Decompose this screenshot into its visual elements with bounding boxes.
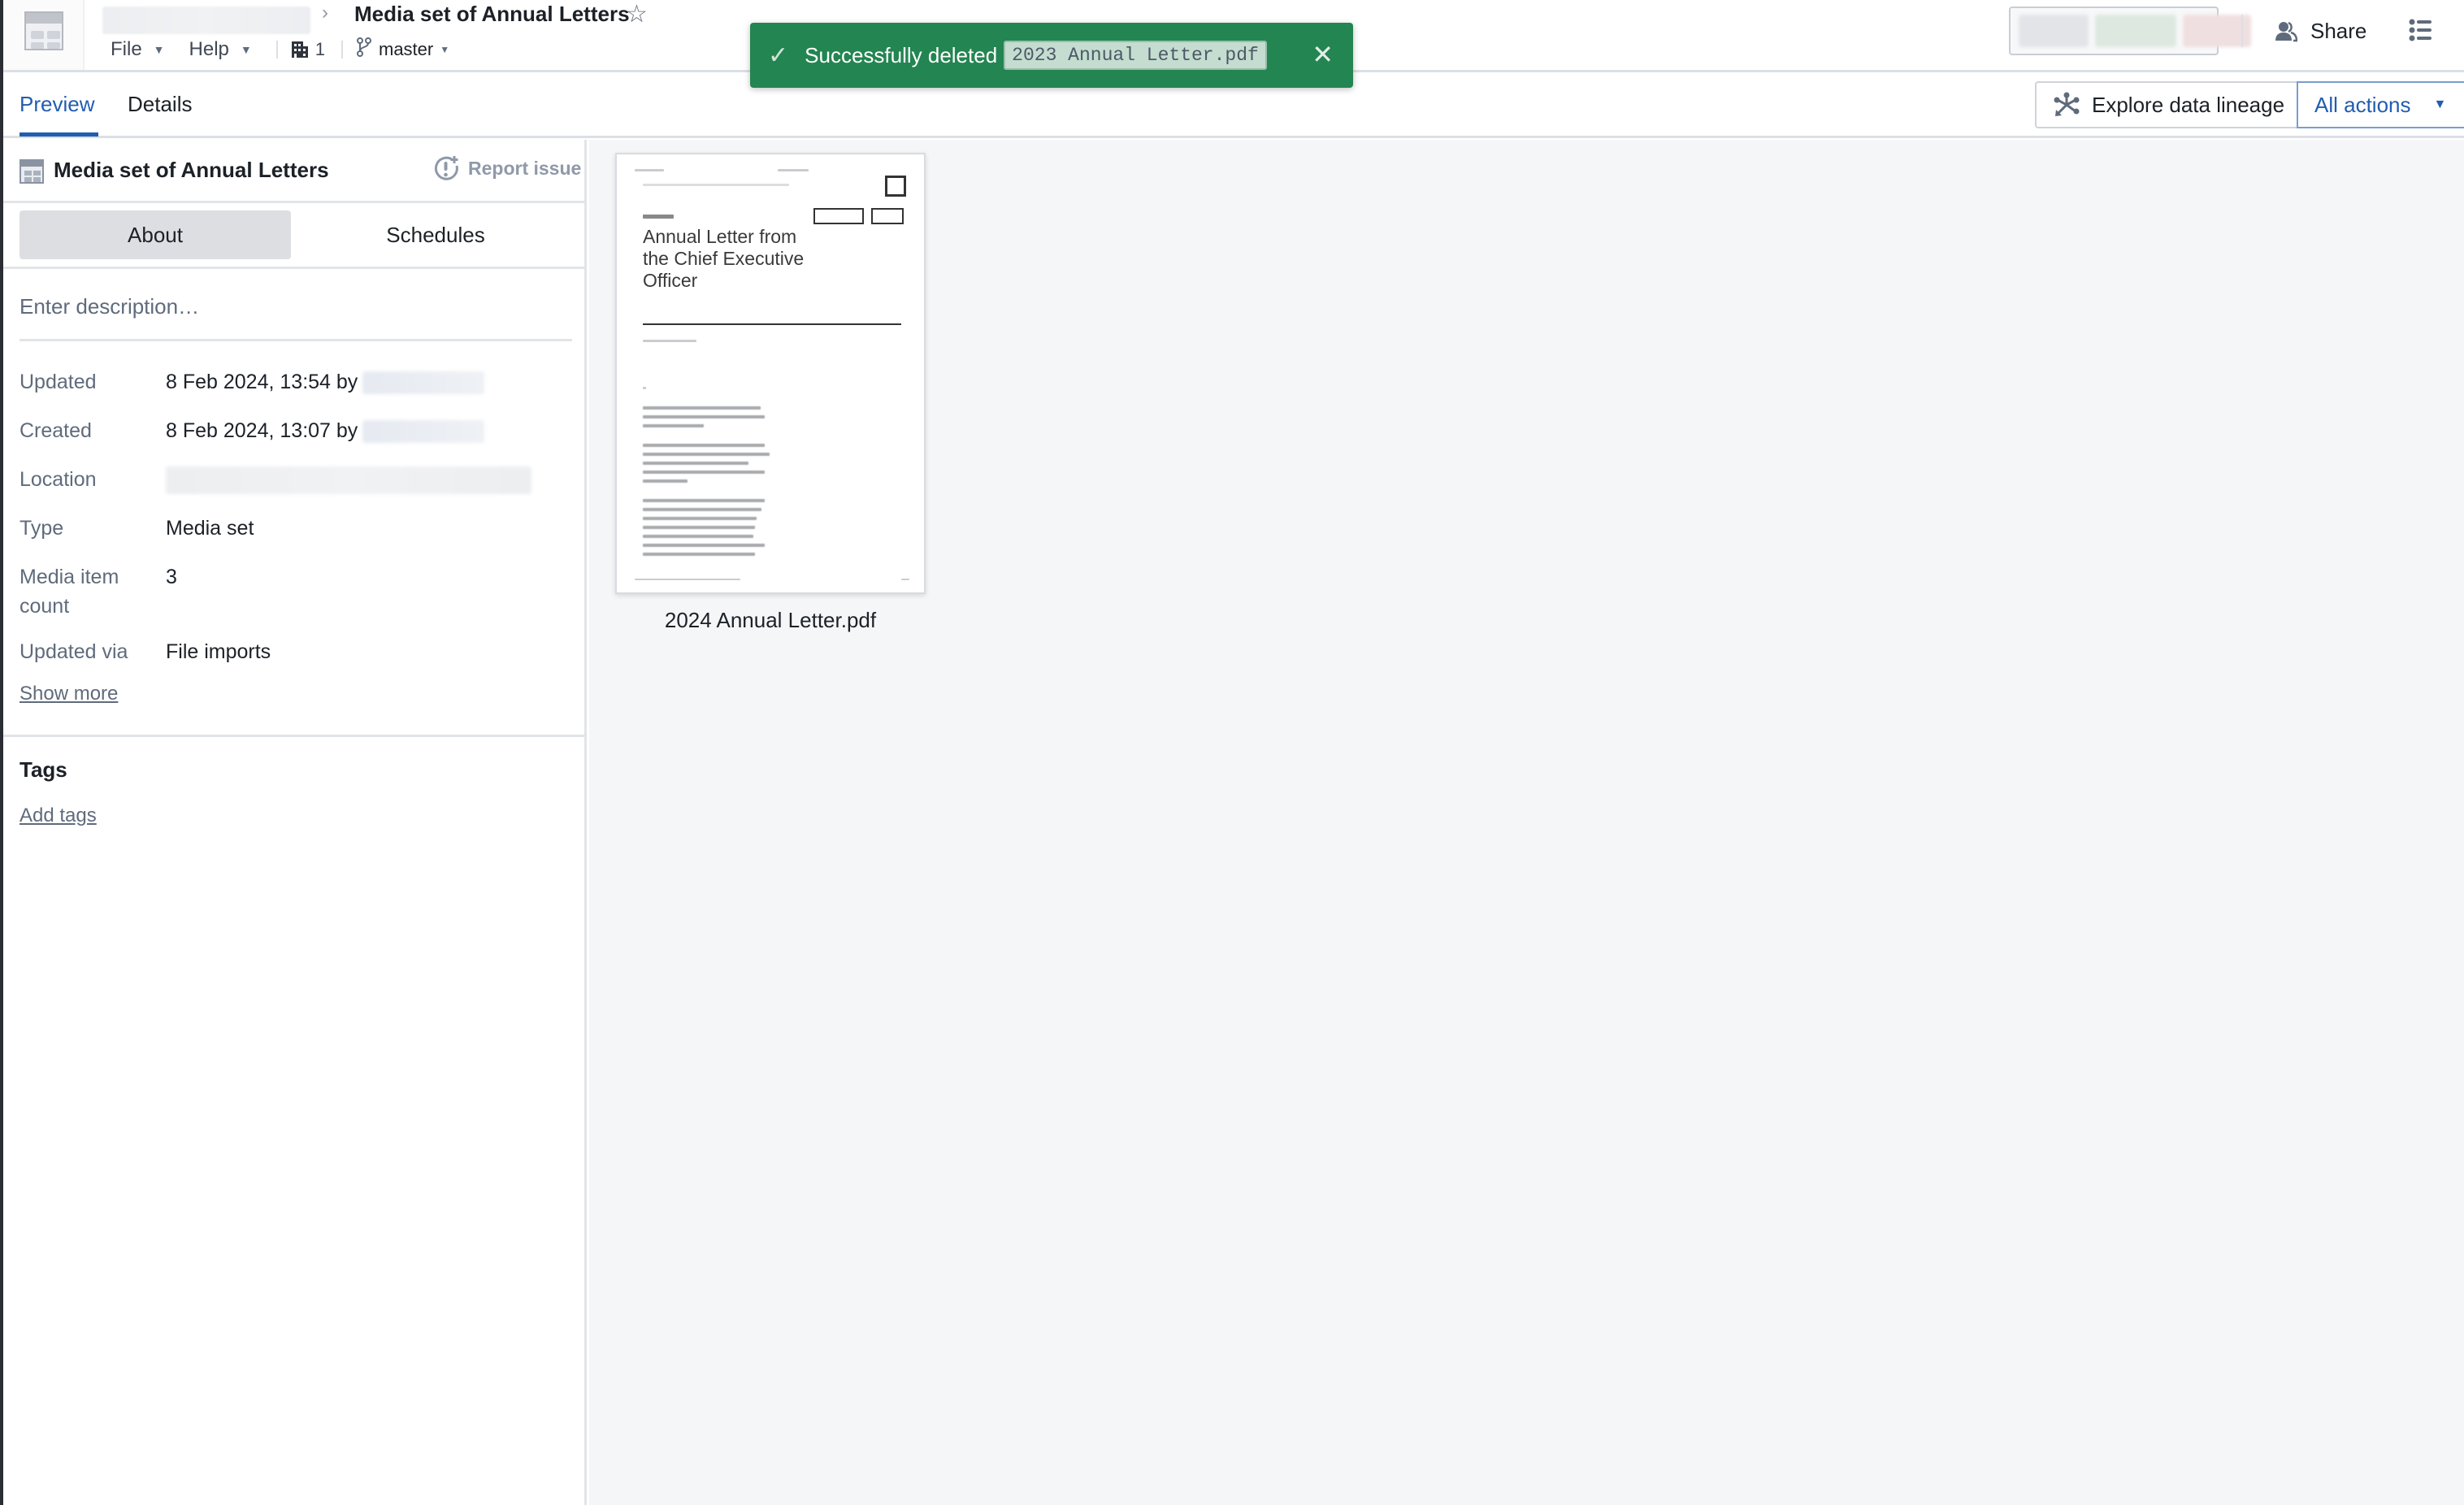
- created-timestamp: 8 Feb 2024, 13:07 by: [166, 419, 358, 442]
- redacted-button-group[interactable]: [2009, 7, 2251, 55]
- all-actions-label: All actions: [2314, 92, 2411, 117]
- property-value: 8 Feb 2024, 13:07 by: [166, 416, 485, 445]
- menu-bar: File ▼ Help ▼ 1 master ▼: [111, 36, 449, 63]
- doc-subheader-text: [643, 184, 789, 186]
- git-branch-icon: [356, 37, 372, 62]
- breadcrumb-chevron-icon: ›: [322, 2, 328, 24]
- property-value: 8 Feb 2024, 13:54 by: [166, 367, 485, 397]
- resource-type-logo[interactable]: [3, 0, 85, 70]
- data-lineage-icon: [2054, 92, 2080, 116]
- caret-down-icon: ▼: [440, 44, 450, 55]
- add-tags-link[interactable]: Add tags: [20, 805, 97, 827]
- caret-down-icon: ▼: [153, 43, 165, 56]
- divider: [3, 735, 587, 737]
- doc-header-text: [778, 169, 809, 171]
- header-divider: [2241, 15, 2243, 47]
- menu-divider: [275, 41, 278, 59]
- breadcrumb-parent-redacted[interactable]: [102, 7, 310, 34]
- all-actions-button[interactable]: All actions ▼: [2297, 81, 2464, 128]
- doc-paragraph: [643, 499, 773, 562]
- doc-page-number: [901, 579, 909, 580]
- property-label: Location: [20, 468, 97, 491]
- property-value: [166, 465, 531, 495]
- doc-header-text: [635, 169, 664, 171]
- sidebar-title: Media set of Annual Letters: [54, 158, 329, 182]
- media-item-name[interactable]: 2024 Annual Letter.pdf: [615, 608, 926, 633]
- building-icon[interactable]: [291, 41, 309, 59]
- doc-footer-url: [635, 579, 740, 580]
- report-issue-button[interactable]: Report issue: [432, 154, 581, 182]
- tags-heading: Tags: [20, 757, 67, 782]
- toast-message: Successfully deleted: [805, 42, 998, 67]
- sidebar-segmented-control: About Schedules: [20, 210, 572, 259]
- toast-file-name: 2023 Annual Letter.pdf: [1004, 41, 1267, 70]
- close-icon[interactable]: ✕: [1312, 39, 1334, 70]
- property-label: Updated: [20, 371, 97, 393]
- menu-help[interactable]: Help ▼: [189, 38, 252, 61]
- doc-date-text: [643, 340, 696, 342]
- doc-logo: [643, 215, 674, 219]
- media-preview-area: Annual Letter from the Chief Executive O…: [589, 140, 2464, 1505]
- branch-selector[interactable]: master ▼: [379, 39, 449, 60]
- property-label: Media item count: [20, 566, 119, 618]
- property-value: Media set: [166, 517, 254, 540]
- favorite-star-icon[interactable]: ☆: [626, 0, 648, 28]
- property-value: 3: [166, 566, 177, 588]
- details-sidebar: Media set of Annual Letters Report issue…: [3, 140, 587, 1505]
- menu-file-label: File: [111, 38, 142, 60]
- menu-divider: [341, 41, 343, 59]
- report-issue-label: Report issue: [468, 157, 582, 179]
- active-tab-indicator: [20, 132, 98, 137]
- media-set-icon: [20, 159, 44, 184]
- page-title: Media set of Annual Letters: [354, 2, 630, 26]
- property-label: Updated via: [20, 640, 128, 663]
- caret-down-icon: ▼: [2433, 98, 2447, 111]
- menu-file[interactable]: File ▼: [111, 38, 165, 61]
- explore-data-lineage-button[interactable]: Explore data lineage: [2035, 81, 2300, 128]
- property-value: File imports: [166, 640, 271, 663]
- people-icon: [2275, 21, 2297, 42]
- report-issue-icon: [434, 156, 458, 180]
- media-set-icon: [24, 11, 63, 50]
- divider: [3, 267, 587, 269]
- properties-list-icon[interactable]: [2409, 18, 2431, 42]
- project-count[interactable]: 1: [315, 39, 325, 60]
- document-heading: Annual Letter from the Chief Executive O…: [643, 226, 805, 291]
- menu-help-label: Help: [189, 38, 229, 60]
- tab-preview[interactable]: Preview: [20, 92, 94, 117]
- segment-schedules[interactable]: Schedules: [299, 210, 572, 259]
- share-button[interactable]: Share: [2275, 13, 2366, 49]
- tab-details[interactable]: Details: [128, 92, 192, 117]
- property-label: Type: [20, 517, 64, 540]
- doc-button: [813, 208, 864, 224]
- show-more-link[interactable]: Show more: [20, 683, 118, 705]
- location-path-redacted[interactable]: [166, 466, 531, 495]
- branch-name: master: [379, 39, 434, 59]
- segment-about[interactable]: About: [20, 210, 291, 259]
- property-label: Created: [20, 419, 92, 442]
- explore-data-lineage-label: Explore data lineage: [2092, 92, 2285, 117]
- updated-timestamp: 8 Feb 2024, 13:54 by: [166, 371, 358, 393]
- doc-rule: [643, 323, 901, 325]
- tick-icon: ✓: [768, 41, 789, 69]
- sidebar-header: Media set of Annual Letters Report issue: [3, 140, 587, 203]
- media-item-thumbnail[interactable]: Annual Letter from the Chief Executive O…: [615, 153, 926, 594]
- doc-paragraph: [643, 444, 773, 488]
- user-link-redacted[interactable]: [362, 371, 485, 395]
- description-input[interactable]: Enter description…: [20, 294, 572, 341]
- doc-paragraph: [643, 406, 773, 433]
- share-label: Share: [2310, 18, 2367, 43]
- success-toast: ✓ Successfully deleted 2023 Annual Lette…: [750, 23, 1353, 88]
- doc-checkbox-icon[interactable]: [885, 176, 906, 197]
- doc-search-icon: [871, 208, 904, 224]
- doc-section-number: [643, 387, 646, 389]
- user-link-redacted[interactable]: [362, 420, 485, 444]
- caret-down-icon: ▼: [240, 43, 252, 56]
